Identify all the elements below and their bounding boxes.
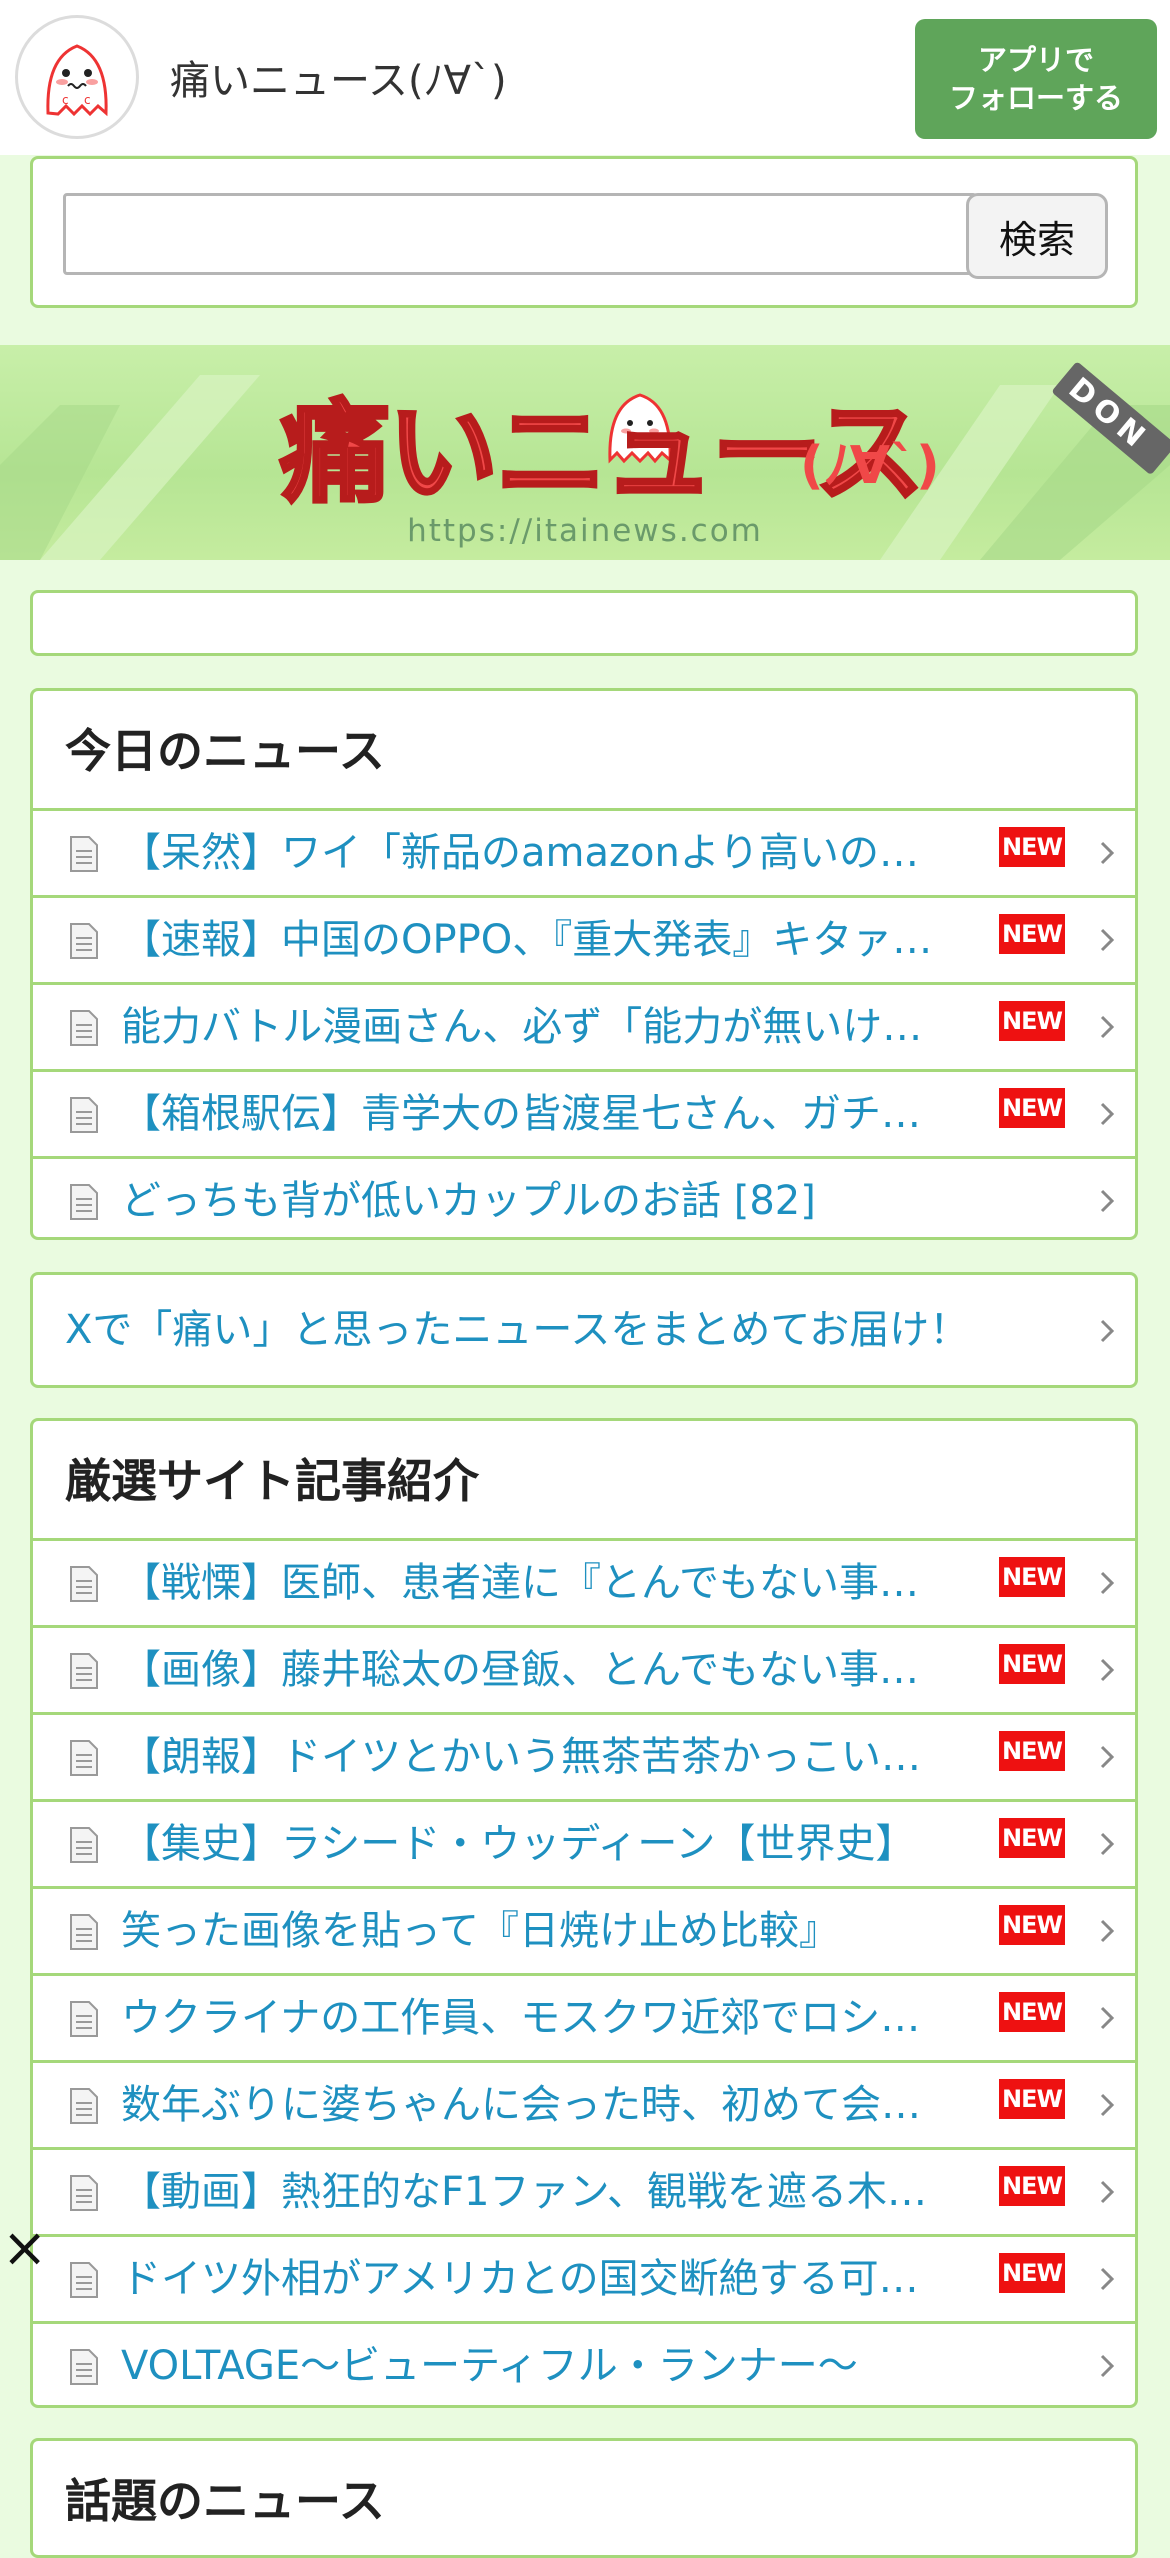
news-list-item[interactable]: 【動画】熱狂的なF1ファン、観戦を遮る木… NEW bbox=[33, 2147, 1135, 2234]
news-headline: どっちも背が低いカップルのお話 [82] bbox=[121, 1178, 816, 1224]
document-icon bbox=[70, 1566, 98, 1602]
document-icon bbox=[70, 1914, 98, 1950]
document-icon bbox=[70, 1740, 98, 1776]
svg-text:c: c bbox=[62, 93, 69, 107]
document-icon bbox=[70, 836, 98, 872]
news-list-item[interactable]: どっちも背が低いカップルのお話 [82] bbox=[33, 1156, 1135, 1237]
chevron-right-icon bbox=[1100, 928, 1115, 952]
new-badge: NEW bbox=[999, 1731, 1065, 1771]
new-badge: NEW bbox=[999, 1088, 1065, 1128]
chevron-right-icon bbox=[1100, 841, 1115, 865]
site-logo[interactable]: c c bbox=[15, 15, 139, 139]
chevron-right-icon bbox=[1100, 1571, 1115, 1595]
today-news-panel: 今日のニュース 【呆然】ワイ「新品のamazonより高いの… NEW 【速報】中国の… bbox=[30, 688, 1138, 1240]
chevron-right-icon bbox=[1100, 1319, 1115, 1343]
document-icon bbox=[70, 2262, 98, 2298]
news-list-item[interactable]: ドイツ外相がアメリカとの国交断絶する可… NEW bbox=[33, 2234, 1135, 2321]
document-icon bbox=[70, 1827, 98, 1863]
news-headline: 数年ぶりに婆ちゃんに会った時、初めて会… bbox=[121, 2082, 921, 2128]
news-list-item[interactable]: 【戦慄】医師、患者達に『とんでもない事… NEW bbox=[33, 1538, 1135, 1625]
chevron-right-icon bbox=[1100, 1745, 1115, 1769]
search-panel: 検索 bbox=[30, 156, 1138, 308]
document-icon bbox=[70, 1097, 98, 1133]
banner-logo-suffix: (ﾉ∀`) bbox=[800, 436, 940, 496]
follow-label-line2: フォローする bbox=[948, 81, 1123, 115]
new-badge: NEW bbox=[999, 2253, 1065, 2293]
news-list-item[interactable]: 能力バトル漫画さん、必ず「能力が無いけ… NEW bbox=[33, 982, 1135, 1069]
document-icon bbox=[70, 1653, 98, 1689]
ad-placeholder bbox=[30, 590, 1138, 656]
x-follow-link[interactable]: Xで「痛い」と思ったニュースをまとめてお届け！ bbox=[30, 1272, 1138, 1388]
document-icon bbox=[70, 923, 98, 959]
news-headline: 【画像】藤井聡太の昼飯、とんでもない事… bbox=[121, 1647, 919, 1693]
news-list-item[interactable]: VOLTAGE〜ビューティフル・ランナー〜 bbox=[33, 2321, 1135, 2405]
news-headline: 能力バトル漫画さん、必ず「能力が無いけ… bbox=[121, 1004, 923, 1050]
document-icon bbox=[70, 2088, 98, 2124]
svg-text:c: c bbox=[84, 93, 91, 107]
news-list-item[interactable]: 数年ぶりに婆ちゃんに会った時、初めて会… NEW bbox=[33, 2060, 1135, 2147]
close-ad-button[interactable]: × bbox=[2, 2220, 47, 2276]
banner-url: https://itainews.com bbox=[407, 513, 763, 549]
site-title[interactable]: 痛いニュース(ﾉ∀`) bbox=[170, 48, 507, 106]
document-icon bbox=[70, 1010, 98, 1046]
news-list-item[interactable]: 笑った画像を貼って『日焼け止め比較』 NEW bbox=[33, 1886, 1135, 1973]
chevron-right-icon bbox=[1100, 1102, 1115, 1126]
news-list-item[interactable]: 【画像】藤井聡太の昼飯、とんでもない事… NEW bbox=[33, 1625, 1135, 1712]
chevron-right-icon bbox=[1100, 2180, 1115, 2204]
new-badge: NEW bbox=[999, 1557, 1065, 1597]
document-icon bbox=[70, 2175, 98, 2211]
new-badge: NEW bbox=[999, 1644, 1065, 1684]
trending-news-panel: 話題のニュース bbox=[30, 2438, 1138, 2558]
news-headline: 【呆然】ワイ「新品のamazonより高いの… bbox=[121, 830, 920, 876]
news-headline: VOLTAGE〜ビューティフル・ランナー〜 bbox=[121, 2343, 858, 2389]
news-list-item[interactable]: 【呆然】ワイ「新品のamazonより高いの… NEW bbox=[33, 808, 1135, 895]
chevron-right-icon bbox=[1100, 2267, 1115, 2291]
news-headline: ウクライナの工作員、モスクワ近郊でロシ… bbox=[121, 1995, 921, 2041]
chevron-right-icon bbox=[1100, 2093, 1115, 2117]
document-icon bbox=[70, 2349, 98, 2385]
news-headline: 【集史】ラシード・ウッディーン【世界史】 bbox=[121, 1821, 916, 1867]
selected-sites-title: 厳選サイト記事紹介 bbox=[65, 1454, 479, 1508]
chevron-right-icon bbox=[1100, 1832, 1115, 1856]
new-badge: NEW bbox=[999, 1905, 1065, 1945]
new-badge: NEW bbox=[999, 1992, 1065, 2032]
chevron-right-icon bbox=[1100, 1015, 1115, 1039]
news-list-item[interactable]: ウクライナの工作員、モスクワ近郊でロシ… NEW bbox=[33, 1973, 1135, 2060]
chevron-right-icon bbox=[1100, 2354, 1115, 2378]
news-list-item[interactable]: 【速報】中国のOPPO、『重大発表』キタァ… NEW bbox=[33, 895, 1135, 982]
today-news-title: 今日のニュース bbox=[65, 724, 385, 778]
ghost-mascot-icon: c c bbox=[46, 44, 108, 117]
chevron-right-icon bbox=[1100, 1919, 1115, 1943]
chevron-right-icon bbox=[1100, 2006, 1115, 2030]
new-badge: NEW bbox=[999, 1818, 1065, 1858]
news-headline: 【速報】中国のOPPO、『重大発表』キタァ… bbox=[121, 917, 933, 963]
trending-news-title: 話題のニュース bbox=[65, 2474, 385, 2528]
news-headline: ドイツ外相がアメリカとの国交断絶する可… bbox=[121, 2256, 919, 2302]
new-badge: NEW bbox=[999, 914, 1065, 954]
chevron-right-icon bbox=[1100, 1658, 1115, 1682]
news-list-item[interactable]: 【集史】ラシード・ウッディーン【世界史】 NEW bbox=[33, 1799, 1135, 1886]
document-icon bbox=[70, 1184, 98, 1220]
news-headline: 笑った画像を貼って『日焼け止め比較』 bbox=[121, 1908, 839, 1954]
news-headline: 【動画】熱狂的なF1ファン、観戦を遮る木… bbox=[121, 2169, 928, 2215]
x-follow-text: Xで「痛い」と思ったニュースをまとめてお届け！ bbox=[65, 1307, 970, 1353]
new-badge: NEW bbox=[999, 2166, 1065, 2206]
chevron-right-icon bbox=[1100, 1189, 1115, 1213]
search-button[interactable]: 検索 bbox=[966, 193, 1108, 279]
follow-label-line1: アプリで bbox=[977, 43, 1094, 77]
selected-sites-panel: 厳選サイト記事紹介 【戦慄】医師、患者達に『とんでもない事… NEW 【画像】藤井聡… bbox=[30, 1418, 1138, 2408]
search-input[interactable] bbox=[63, 193, 977, 275]
news-headline: 【朗報】ドイツとかいう無茶苦茶かっこい… bbox=[121, 1734, 921, 1780]
app-follow-button[interactable]: アプリで フォローする bbox=[915, 19, 1157, 139]
news-headline: 【箱根駅伝】青学大の皆渡星七さん、ガチ… bbox=[121, 1091, 921, 1137]
news-list-item[interactable]: 【朗報】ドイツとかいう無茶苦茶かっこい… NEW bbox=[33, 1712, 1135, 1799]
new-badge: NEW bbox=[999, 1001, 1065, 1041]
new-badge: NEW bbox=[999, 827, 1065, 867]
new-badge: NEW bbox=[999, 2079, 1065, 2119]
site-banner[interactable]: 痛いニュース (ﾉ∀`) DON https://itainews.com bbox=[0, 345, 1170, 560]
header: c c 痛いニュース(ﾉ∀`) アプリで フォローする bbox=[0, 0, 1170, 155]
news-headline: 【戦慄】医師、患者達に『とんでもない事… bbox=[121, 1560, 919, 1606]
news-list-item[interactable]: 【箱根駅伝】青学大の皆渡星七さん、ガチ… NEW bbox=[33, 1069, 1135, 1156]
document-icon bbox=[70, 2001, 98, 2037]
